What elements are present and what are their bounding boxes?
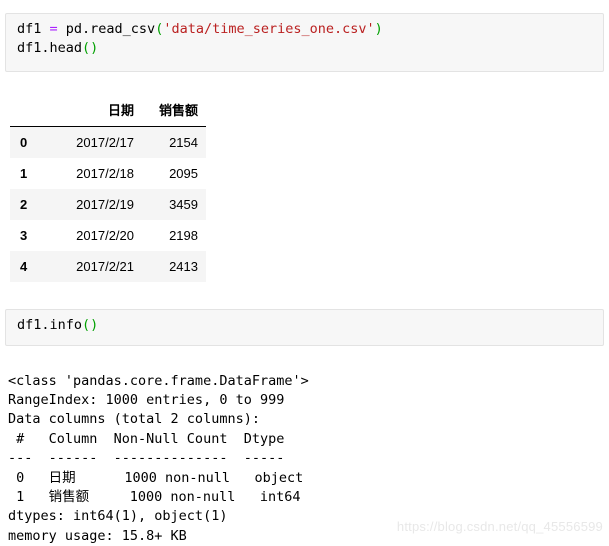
csdn-watermark: https://blog.csdn.net/qq_45556599 (397, 519, 603, 534)
code-token-punct: () (82, 40, 98, 56)
row-index: 3 (10, 220, 44, 251)
code-token-name: df1.head (17, 40, 82, 56)
table-row: 1 2017/2/18 2095 (10, 158, 206, 189)
row-index: 4 (10, 251, 44, 282)
table-row: 0 2017/2/17 2154 (10, 127, 206, 159)
dataframe-output: 日期 销售额 0 2017/2/17 2154 1 2017/2/18 2095… (10, 96, 206, 282)
code-token-op: = (50, 21, 58, 37)
table-header-row: 日期 销售额 (10, 96, 206, 127)
code-token-name: df1.info (17, 317, 82, 333)
code-token-name: df1 (17, 21, 50, 37)
table-header-date: 日期 (44, 96, 142, 127)
code-token-punct: () (82, 317, 98, 333)
cell-date: 2017/2/19 (44, 189, 142, 220)
cell-sales: 2154 (142, 127, 206, 159)
code-cell-input-1[interactable]: df1 = pd.read_csv('data/time_series_one.… (5, 13, 604, 72)
code-token-name: pd.read_csv (58, 21, 156, 37)
table-row: 3 2017/2/20 2198 (10, 220, 206, 251)
row-index: 0 (10, 127, 44, 159)
cell-sales: 2198 (142, 220, 206, 251)
cell-date: 2017/2/18 (44, 158, 142, 189)
dataframe-table: 日期 销售额 0 2017/2/17 2154 1 2017/2/18 2095… (10, 96, 206, 282)
cell-date: 2017/2/17 (44, 127, 142, 159)
cell-sales: 2413 (142, 251, 206, 282)
table-header-index (10, 96, 44, 127)
table-header: 日期 销售额 (10, 96, 206, 127)
stdout-output: <class 'pandas.core.frame.DataFrame'> Ra… (8, 372, 309, 546)
cell-sales: 2095 (142, 158, 206, 189)
row-index: 1 (10, 158, 44, 189)
code-token-str: 'data/time_series_one.csv' (163, 21, 374, 37)
table-row: 2 2017/2/19 3459 (10, 189, 206, 220)
table-header-sales: 销售额 (142, 96, 206, 127)
table-body: 0 2017/2/17 2154 1 2017/2/18 2095 2 2017… (10, 127, 206, 283)
cell-sales: 3459 (142, 189, 206, 220)
code-cell-input-2[interactable]: df1.info() (5, 309, 604, 346)
table-row: 4 2017/2/21 2413 (10, 251, 206, 282)
row-index: 2 (10, 189, 44, 220)
cell-date: 2017/2/20 (44, 220, 142, 251)
cell-date: 2017/2/21 (44, 251, 142, 282)
code-token-punct: ) (375, 21, 383, 37)
